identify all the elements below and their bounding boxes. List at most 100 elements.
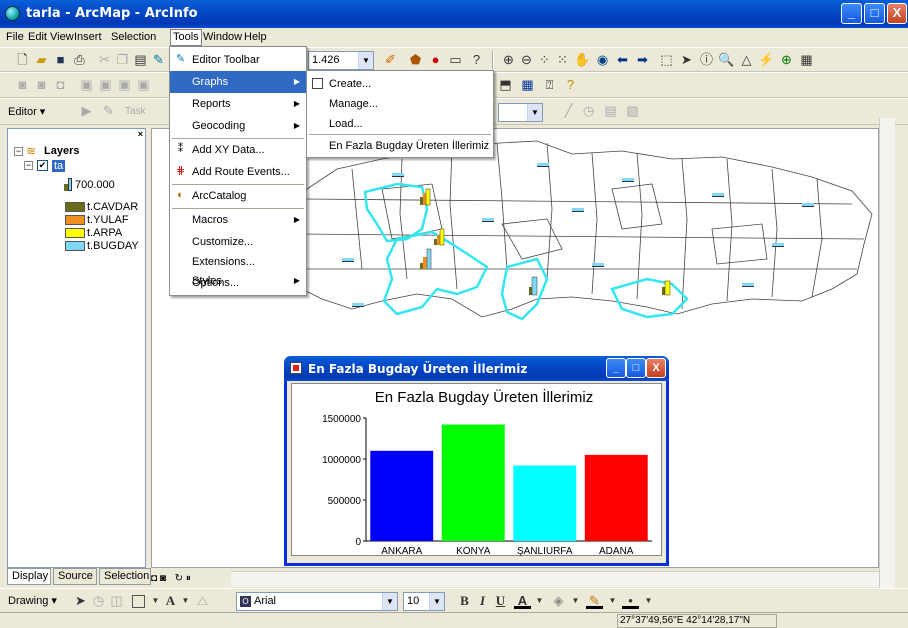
rectangle-icon[interactable] — [132, 595, 145, 608]
attribute-table-icon[interactable]: ▦ — [519, 76, 536, 93]
chevron-down-icon[interactable]: ▼ — [567, 592, 584, 609]
font-color-icon[interactable]: A — [514, 592, 531, 609]
print-icon[interactable]: ⎙ — [71, 51, 88, 68]
layers-root-label[interactable]: Layers — [44, 145, 79, 157]
menu-item-customize[interactable]: Customize... — [170, 231, 306, 253]
drawing-menu[interactable]: Drawing ▾ — [8, 594, 57, 607]
chevron-down-icon[interactable]: ▼ — [382, 593, 397, 610]
chevron-down-icon[interactable]: ▼ — [177, 592, 194, 609]
menu-item-arccatalog[interactable]: ◐ ArcCatalog — [170, 185, 306, 207]
view-switch-buttons[interactable]: ◘ ◙ ↻ ⏸ — [151, 571, 231, 587]
close-icon[interactable]: × — [138, 129, 143, 139]
menu-edit[interactable]: Edit — [28, 31, 47, 43]
add-data-icon[interactable]: ⬟ — [407, 51, 424, 68]
zoom-100-icon[interactable]: ▣ — [97, 76, 114, 93]
layout-back-icon[interactable]: ▣ — [116, 76, 133, 93]
pause-drawing-icon[interactable]: ⏸ — [186, 573, 191, 584]
layout-pan-icon[interactable]: ◘ — [52, 76, 69, 93]
layout-zoom-in-icon[interactable]: ◙ — [14, 76, 31, 93]
map-horizontal-scrollbar[interactable] — [231, 571, 879, 587]
split-tool-icon[interactable]: ╱ — [560, 102, 577, 119]
data-view-icon[interactable]: ◘ — [151, 573, 157, 584]
hyperlink-icon[interactable]: ⚡ — [758, 51, 775, 68]
font-size-combo[interactable]: 10 ▼ — [403, 592, 445, 611]
zoom-out-icon[interactable]: ⊖ — [518, 51, 535, 68]
menu-window[interactable]: Window — [203, 31, 242, 43]
graph-window[interactable]: En Fazla Bugday Üreten İllerimiz _ □ X E… — [284, 356, 669, 566]
new-icon[interactable]: 🗋 — [14, 51, 31, 68]
menu-help[interactable]: Help — [244, 31, 267, 43]
layout-view-icon[interactable]: ◙ — [160, 573, 166, 584]
paste-icon[interactable]: ▤ — [132, 51, 149, 68]
editor-menu[interactable]: Editor ▾ — [8, 105, 45, 118]
menu-insert[interactable]: Insert — [74, 31, 102, 43]
edit-vertices-icon[interactable]: ⧍ — [194, 592, 211, 609]
back-extent-icon[interactable]: ⬅ — [614, 51, 631, 68]
save-icon[interactable]: ■ — [52, 51, 69, 68]
graph-window-title-bar[interactable]: En Fazla Bugday Üreten İllerimiz _ □ X — [284, 356, 669, 381]
collapse-icon[interactable]: − — [24, 161, 33, 170]
forward-extent-icon[interactable]: ➡ — [634, 51, 651, 68]
layer-name[interactable]: ta — [52, 160, 66, 172]
menu-item-reports[interactable]: Reports ▶ — [170, 93, 306, 115]
menu-item-macros[interactable]: Macros ▶ — [170, 209, 306, 231]
maximize-button[interactable]: □ — [864, 3, 885, 24]
time-slider-icon[interactable]: ▦ — [798, 51, 815, 68]
close-button[interactable]: X — [887, 3, 907, 24]
tab-display[interactable]: Display — [7, 568, 51, 585]
zoom-to-selected-icon[interactable]: ◫ — [108, 592, 125, 609]
target-layer-combo[interactable]: ▼ — [498, 103, 543, 122]
chevron-down-icon[interactable]: ▼ — [358, 52, 373, 69]
identify-icon[interactable]: ⓘ — [698, 51, 715, 68]
menu-item-create-graph[interactable]: Create... — [307, 73, 493, 95]
select-elements-icon[interactable]: ➤ — [72, 592, 89, 609]
sketch-properties-icon[interactable]: ▧ — [624, 102, 641, 119]
full-extent-icon[interactable]: ◉ — [594, 51, 611, 68]
layer-visibility-checkbox[interactable]: ✔ — [37, 160, 48, 171]
layout-forward-icon[interactable]: ▣ — [135, 76, 152, 93]
minimize-button[interactable]: _ — [841, 3, 862, 24]
find-icon[interactable]: 🔍 — [718, 51, 735, 68]
tab-selection[interactable]: Selection — [99, 568, 151, 585]
menu-item-load-graph[interactable]: Load... — [307, 113, 493, 135]
menu-view[interactable]: View — [50, 31, 74, 43]
menu-item-options[interactable]: Options... — [170, 273, 306, 293]
edit-tool-icon[interactable]: ▶ — [78, 102, 95, 119]
focus-data-frame-icon[interactable]: ⬒ — [497, 76, 514, 93]
menu-item-add-xy-data[interactable]: ⁑ Add XY Data... — [170, 139, 306, 161]
copy-icon[interactable]: ❐ — [114, 51, 131, 68]
menu-tools[interactable]: Tools — [170, 29, 202, 46]
help-topic-icon[interactable]: ⍰ — [541, 76, 558, 93]
arctoolbox-icon[interactable]: ● — [427, 51, 444, 68]
measure-icon[interactable]: △ — [738, 51, 755, 68]
line-color-icon[interactable]: ✎ — [586, 592, 603, 609]
map-scale-combo[interactable]: 1.426 ▼ — [308, 51, 374, 70]
tab-source[interactable]: Source — [53, 568, 97, 585]
menu-item-geocoding[interactable]: Geocoding ▶ — [170, 115, 306, 137]
sketch-tool-icon[interactable]: ✎ — [100, 102, 117, 119]
editor-toolbar-icon[interactable]: ✎ — [150, 51, 167, 68]
map-vertical-scrollbar[interactable] — [879, 118, 895, 588]
fixed-zoom-in-icon[interactable]: ⁘ — [536, 51, 553, 68]
whats-this-icon[interactable]: ? — [468, 51, 485, 68]
open-icon[interactable]: ▰ — [33, 51, 50, 68]
menu-item-manage-graphs[interactable]: Manage... — [307, 93, 493, 115]
graph-minimize-button[interactable]: _ — [606, 358, 626, 378]
font-combo[interactable]: O Arial ▼ — [236, 592, 398, 611]
bold-button[interactable]: B — [456, 592, 473, 609]
pan-icon[interactable]: ✋ — [574, 51, 591, 68]
chevron-down-icon[interactable]: ▼ — [640, 592, 657, 609]
collapse-icon[interactable]: − — [14, 147, 23, 156]
chevron-down-icon[interactable]: ▼ — [429, 593, 444, 610]
chevron-down-icon[interactable]: ▼ — [527, 104, 542, 121]
menu-item-add-route-events[interactable]: ⋕ Add Route Events... — [170, 161, 306, 183]
zoom-whole-page-icon[interactable]: ▣ — [78, 76, 95, 93]
chevron-down-icon[interactable]: ▼ — [531, 592, 548, 609]
fixed-zoom-out-icon[interactable]: ⁙ — [554, 51, 571, 68]
marker-color-icon[interactable]: • — [622, 592, 639, 609]
fill-color-icon[interactable]: ◈ — [550, 592, 567, 609]
command-line-icon[interactable]: ▭ — [447, 51, 464, 68]
zoom-in-icon[interactable]: ⊕ — [500, 51, 517, 68]
graph-close-button[interactable]: X — [646, 358, 666, 378]
menu-item-saved-graph[interactable]: En Fazla Bugday Üreten İllerimiz — [307, 135, 493, 157]
